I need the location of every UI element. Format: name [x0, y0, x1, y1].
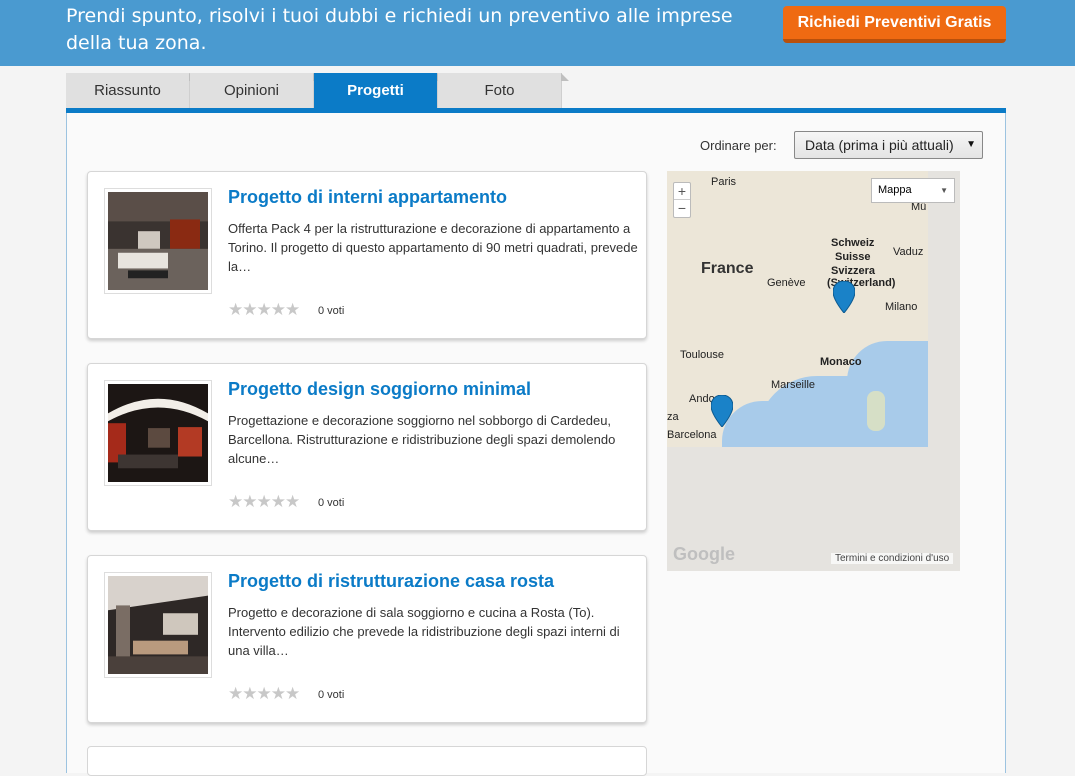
map-terms-link[interactable]: Termini e condizioni d'uso	[831, 553, 954, 564]
map-label-milano: Milano	[885, 301, 918, 313]
project-card	[87, 746, 647, 776]
project-title[interactable]: Progetto di ristrutturazione casa rosta	[228, 571, 554, 592]
map-label-barcelona: Barcelona	[667, 429, 717, 441]
map-label-schweiz: Schweiz	[831, 237, 875, 249]
map-label-geneve: Genève	[767, 277, 806, 289]
map-type-select[interactable]: Mappa ▼	[871, 178, 955, 203]
map-zoom-control: + −	[673, 182, 691, 218]
map-label-monaco: Monaco	[820, 356, 862, 368]
tab-foto[interactable]: Foto	[438, 73, 569, 109]
project-description: Offerta Pack 4 per la ristrutturazione e…	[228, 221, 638, 274]
map-label-suisse: Suisse	[835, 251, 871, 263]
map-type-value: Mappa	[878, 184, 912, 196]
votes-count: 0 voti	[318, 689, 345, 701]
sea-area	[847, 341, 928, 401]
request-quotes-button[interactable]: Richiedi Preventivi Gratis	[783, 6, 1006, 43]
rating-stars[interactable]: ★★★★★	[228, 300, 300, 320]
project-title[interactable]: Progetto di interni appartamento	[228, 187, 507, 208]
project-card: Progetto di ristrutturazione casa rosta …	[87, 555, 647, 723]
map-marker-icon[interactable]	[711, 395, 733, 427]
rating-stars[interactable]: ★★★★★	[228, 684, 300, 704]
votes-count: 0 voti	[318, 497, 345, 509]
island	[867, 391, 885, 431]
project-thumbnail[interactable]	[104, 380, 212, 486]
project-image	[108, 192, 208, 290]
project-image	[108, 384, 208, 482]
tab-progetti[interactable]: Progetti	[314, 73, 445, 109]
top-banner: Prendi spunto, risolvi i tuoi dubbi e ri…	[0, 0, 1075, 66]
rating-stars[interactable]: ★★★★★	[228, 492, 300, 512]
tab-riassunto[interactable]: Riassunto	[66, 73, 197, 109]
chevron-down-icon: ▼	[966, 139, 976, 150]
map-tiles[interactable]: Paris France Schweiz Suisse Svizzera (Sw…	[667, 171, 928, 447]
banner-text: Prendi spunto, risolvi i tuoi dubbi e ri…	[66, 5, 733, 54]
sort-selected-value: Data (prima i più attuali)	[805, 137, 954, 153]
project-card: Progetto di interni appartamento Offerta…	[87, 171, 647, 339]
project-description: Progettazione e decorazione soggiorno ne…	[228, 413, 616, 466]
project-image	[108, 576, 208, 674]
project-thumbnail[interactable]	[104, 572, 212, 678]
map-label-marseille: Marseille	[771, 379, 816, 391]
project-thumbnail[interactable]	[104, 188, 212, 294]
sort-label: Ordinare per:	[700, 138, 777, 153]
map-label-za: za	[667, 411, 679, 423]
votes-count: 0 voti	[318, 305, 345, 317]
project-title[interactable]: Progetto design soggiorno minimal	[228, 379, 531, 400]
map-label-vaduz: Vaduz	[893, 246, 924, 258]
map-label-toulouse: Toulouse	[680, 349, 725, 361]
projects-map[interactable]: Paris France Schweiz Suisse Svizzera (Sw…	[667, 171, 960, 571]
project-card: Progetto design soggiorno minimal Proget…	[87, 363, 647, 531]
map-label-france: France	[701, 260, 754, 277]
map-marker-icon[interactable]	[833, 281, 855, 313]
chevron-down-icon: ▼	[940, 186, 948, 195]
zoom-in-button[interactable]: +	[674, 183, 690, 200]
zoom-out-button[interactable]: −	[674, 200, 690, 217]
tab-opinioni[interactable]: Opinioni	[190, 73, 321, 109]
map-label-paris: Paris	[711, 176, 737, 188]
google-logo: Google	[673, 544, 735, 564]
sort-select[interactable]: Data (prima i più attuali) ▼	[794, 131, 983, 159]
map-label-svizzera: Svizzera	[831, 265, 876, 277]
project-description: Progetto e decorazione di sala soggiorno…	[228, 605, 620, 658]
